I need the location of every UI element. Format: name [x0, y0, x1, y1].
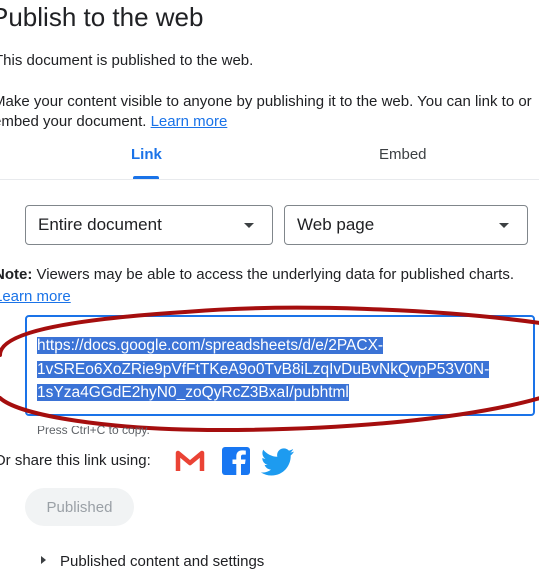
url-line: 1vSREo6XoZRie9pVfFtTKeA9o0TvB8iLzqIvDuBv… [37, 360, 490, 378]
note-label: Note: [0, 266, 33, 283]
description-text: Make your content visible to anyone by p… [0, 93, 532, 130]
charts-note: Note: Viewers may be able to access the … [0, 264, 539, 308]
note-learn-more-link[interactable]: Learn more [0, 288, 71, 305]
url-line: 1sYza4GGdE2hyN0_zoQyRcZ3BxaI/pubhtml [37, 384, 349, 401]
document-select-value: Entire document [38, 215, 162, 234]
format-select-value: Web page [297, 215, 375, 234]
tabs-divider [0, 179, 539, 180]
share-label: Or share this link using: [0, 452, 151, 469]
copy-hint: Press Ctrl+C to copy. [37, 423, 150, 437]
publish-dialog: Publish to the web This document is publ… [0, 0, 539, 569]
format-select[interactable]: Web page [284, 205, 528, 245]
published-settings-toggle[interactable]: Published content and settings [41, 553, 264, 569]
note-text: Viewers may be able to access the underl… [32, 266, 514, 283]
published-button[interactable]: Published [25, 488, 134, 526]
publish-status: This document is published to the web. [0, 52, 254, 69]
dropdown-arrow-icon [499, 223, 509, 228]
document-select[interactable]: Entire document [25, 205, 273, 245]
tab-embed[interactable]: Embed [379, 146, 427, 163]
published-url[interactable]: https://docs.google.com/spreadsheets/d/e… [37, 334, 507, 405]
published-url-field[interactable]: https://docs.google.com/spreadsheets/d/e… [25, 315, 535, 416]
learn-more-link[interactable]: Learn more [151, 113, 228, 130]
published-settings-label: Published content and settings [60, 553, 265, 569]
publish-description: Make your content visible to anyone by p… [0, 92, 533, 132]
url-line: https://docs.google.com/spreadsheets/d/e… [37, 337, 384, 354]
tab-link[interactable]: Link [131, 146, 162, 163]
expand-caret-icon [41, 556, 46, 564]
twitter-icon[interactable] [261, 447, 295, 477]
dropdown-arrow-icon [244, 223, 254, 228]
facebook-icon[interactable] [221, 446, 251, 476]
dialog-title: Publish to the web [0, 2, 204, 32]
gmail-icon[interactable] [175, 446, 205, 476]
